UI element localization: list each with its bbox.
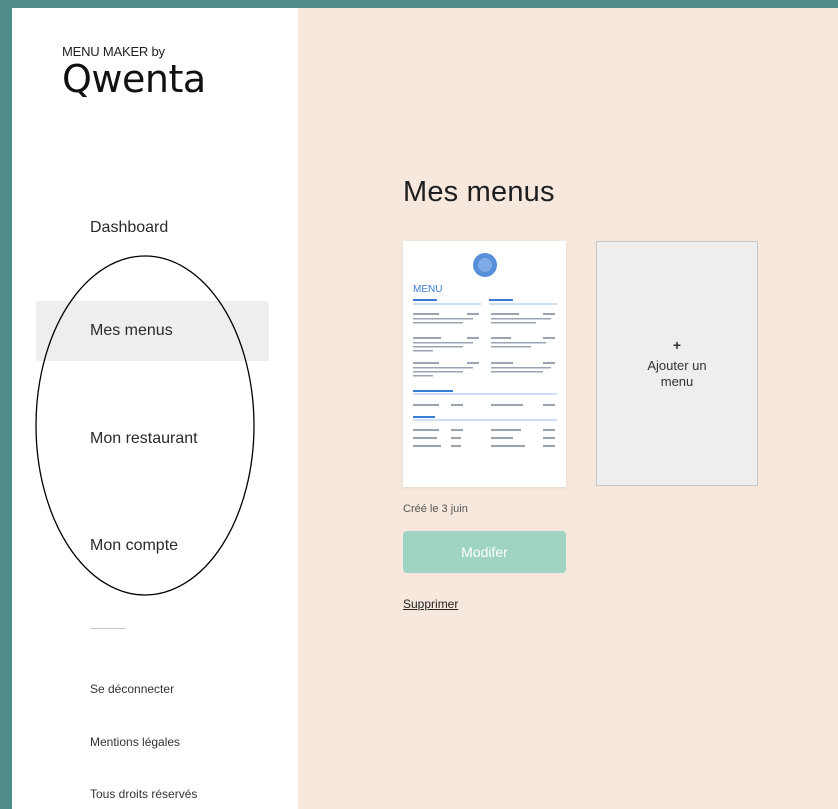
sidebar: MENU MAKER by Qwenta Dashboard Mes menus… [12, 8, 298, 809]
add-menu-label: Ajouter un menu [647, 358, 707, 390]
brand: MENU MAKER by Qwenta [62, 44, 206, 101]
rights-text: Tous droits réservés [90, 787, 198, 801]
legal-link[interactable]: Mentions légales [90, 735, 180, 749]
sidebar-item-mes-menus[interactable]: Mes menus [36, 301, 269, 361]
sidebar-divider [90, 628, 126, 629]
edit-menu-button[interactable]: Modifer [403, 531, 566, 573]
plus-icon: + [672, 336, 682, 353]
menu-card[interactable]: MENU [403, 241, 566, 487]
sidebar-item-label: Mon compte [90, 537, 179, 554]
app-frame: MENU MAKER by Qwenta Dashboard Mes menus… [12, 8, 838, 809]
sidebar-item-label: Mes menus [90, 322, 173, 339]
sidebar-item-dashboard[interactable]: Dashboard [36, 198, 269, 258]
sidebar-item-label: Mon restaurant [90, 430, 198, 447]
add-menu-card[interactable]: + Ajouter un menu [596, 241, 758, 486]
sidebar-item-mon-compte[interactable]: Mon compte [36, 516, 269, 576]
logout-link[interactable]: Se déconnecter [90, 682, 174, 696]
main-content: Mes menus MENU + Ajouter un menu Créé le… [298, 8, 838, 809]
menu-thumbnail-title: MENU [413, 284, 442, 295]
delete-menu-link[interactable]: Supprimer [403, 597, 458, 611]
brand-logo[interactable]: Qwenta [62, 57, 206, 101]
menu-created-date: Créé le 3 juin [403, 503, 468, 515]
page-title: Mes menus [403, 176, 555, 208]
menu-thumbnail: MENU [413, 253, 557, 447]
sidebar-item-label: Dashboard [90, 219, 169, 236]
sidebar-item-mon-restaurant[interactable]: Mon restaurant [36, 409, 269, 469]
